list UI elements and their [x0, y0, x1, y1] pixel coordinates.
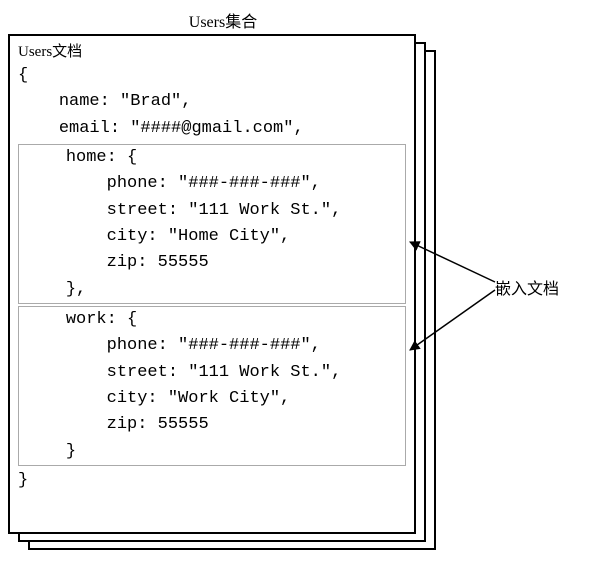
embedded-doc-home: home: { phone: "###-###-###", street: "1…	[18, 144, 406, 304]
brace-close: }	[18, 471, 28, 490]
home-phone: phone: "###-###-###",	[107, 174, 321, 193]
work-street: street: "111 Work St.",	[107, 363, 342, 382]
document-stack: Users文档 { name: "Brad", email: "####@gma…	[8, 34, 438, 554]
home-street: street: "111 Work St.",	[107, 201, 342, 220]
document-code: { name: "Brad", email: "####@gmail.com",…	[18, 63, 406, 495]
home-city: city: "Home City",	[107, 227, 291, 246]
annotation-label: 嵌入文档	[495, 275, 559, 299]
work-zip: zip: 55555	[107, 415, 209, 434]
work-city: city: "Work City",	[107, 389, 291, 408]
embedded-doc-work: work: { phone: "###-###-###", street: "1…	[18, 306, 406, 466]
home-zip: zip: 55555	[107, 253, 209, 272]
field-name: name: "Brad",	[59, 92, 192, 111]
stack-card-front: Users文档 { name: "Brad", email: "####@gma…	[8, 34, 416, 534]
work-phone: phone: "###-###-###",	[107, 336, 321, 355]
brace-open: {	[18, 66, 28, 85]
field-email: email: "####@gmail.com",	[59, 119, 304, 138]
collection-title: Users集合	[8, 8, 438, 32]
document-label: Users文档	[18, 40, 406, 61]
